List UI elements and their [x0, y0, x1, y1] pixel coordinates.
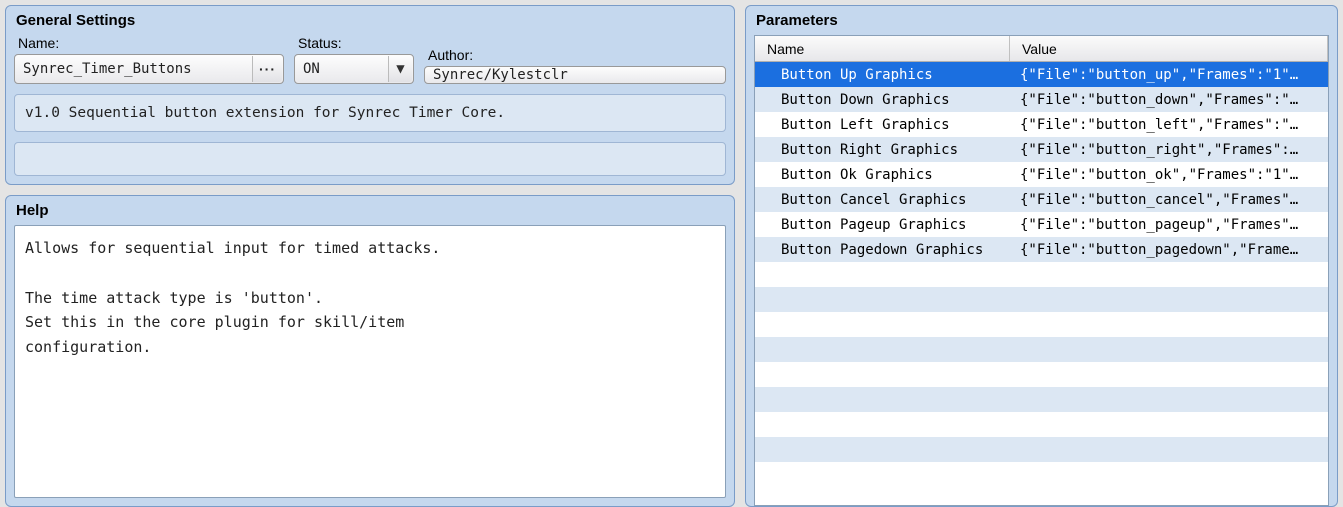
table-row[interactable]: [755, 312, 1328, 337]
param-name: Button Right Graphics: [755, 142, 1010, 158]
author-label: Author:: [424, 47, 726, 63]
param-value: {"File":"button_ok","Frames":"1"…: [1010, 167, 1328, 183]
parameters-table: Name Value Button Up Graphics{"File":"bu…: [754, 35, 1329, 506]
name-value: Synrec_Timer_Buttons: [23, 61, 192, 77]
table-row[interactable]: [755, 262, 1328, 287]
table-row[interactable]: [755, 387, 1328, 412]
param-value: {"File":"button_left","Frames":"…: [1010, 117, 1328, 133]
param-value: {"File":"button_right","Frames":…: [1010, 142, 1328, 158]
table-row[interactable]: Button Pagedown Graphics{"File":"button_…: [755, 237, 1328, 262]
param-value: {"File":"button_cancel","Frames"…: [1010, 192, 1328, 208]
param-name: Button Pagedown Graphics: [755, 242, 1010, 258]
general-settings-title: General Settings: [14, 10, 726, 35]
param-name: Button Pageup Graphics: [755, 217, 1010, 233]
table-row[interactable]: Button Right Graphics{"File":"button_rig…: [755, 137, 1328, 162]
author-input[interactable]: Synrec/Kylestclr: [424, 66, 726, 84]
parameters-title: Parameters: [754, 10, 1329, 35]
help-panel: Help Allows for sequential input for tim…: [5, 195, 735, 507]
table-row[interactable]: [755, 337, 1328, 362]
param-value: {"File":"button_up","Frames":"1"…: [1010, 67, 1328, 83]
param-name: Button Left Graphics: [755, 117, 1010, 133]
table-row[interactable]: [755, 287, 1328, 312]
table-row[interactable]: [755, 412, 1328, 437]
general-settings-panel: General Settings Name: Synrec_Timer_Butt…: [5, 5, 735, 185]
parameters-panel: Parameters Name Value Button Up Graphics…: [745, 5, 1338, 507]
param-name: Button Cancel Graphics: [755, 192, 1010, 208]
param-value: {"File":"button_pagedown","Frame…: [1010, 242, 1328, 258]
table-row[interactable]: [755, 437, 1328, 462]
status-value: ON: [303, 61, 320, 77]
param-name: Button Ok Graphics: [755, 167, 1010, 183]
secondary-box: [14, 142, 726, 176]
help-body[interactable]: Allows for sequential input for timed at…: [14, 225, 726, 498]
table-row[interactable]: Button Up Graphics{"File":"button_up","F…: [755, 62, 1328, 87]
parameters-header: Name Value: [755, 36, 1328, 62]
description-box: v1.0 Sequential button extension for Syn…: [14, 94, 726, 132]
column-header-name[interactable]: Name: [755, 36, 1010, 61]
help-title: Help: [14, 200, 726, 225]
param-value: {"File":"button_pageup","Frames"…: [1010, 217, 1328, 233]
name-input[interactable]: Synrec_Timer_Buttons ···: [14, 54, 284, 84]
status-label: Status:: [294, 35, 414, 51]
name-browse-button[interactable]: ···: [252, 56, 282, 82]
author-value: Synrec/Kylestclr: [433, 67, 568, 83]
table-row[interactable]: Button Ok Graphics{"File":"button_ok","F…: [755, 162, 1328, 187]
name-label: Name:: [14, 35, 284, 51]
table-row[interactable]: [755, 462, 1328, 487]
param-name: Button Down Graphics: [755, 92, 1010, 108]
table-row[interactable]: Button Pageup Graphics{"File":"button_pa…: [755, 212, 1328, 237]
column-header-value[interactable]: Value: [1010, 36, 1328, 61]
table-row[interactable]: Button Left Graphics{"File":"button_left…: [755, 112, 1328, 137]
param-value: {"File":"button_down","Frames":"…: [1010, 92, 1328, 108]
param-name: Button Up Graphics: [755, 67, 1010, 83]
table-row[interactable]: Button Down Graphics{"File":"button_down…: [755, 87, 1328, 112]
table-row[interactable]: Button Cancel Graphics{"File":"button_ca…: [755, 187, 1328, 212]
status-select[interactable]: ON ▼: [294, 54, 414, 84]
table-row[interactable]: [755, 362, 1328, 387]
parameters-rows: Button Up Graphics{"File":"button_up","F…: [755, 62, 1328, 505]
chevron-down-icon[interactable]: ▼: [388, 56, 412, 82]
